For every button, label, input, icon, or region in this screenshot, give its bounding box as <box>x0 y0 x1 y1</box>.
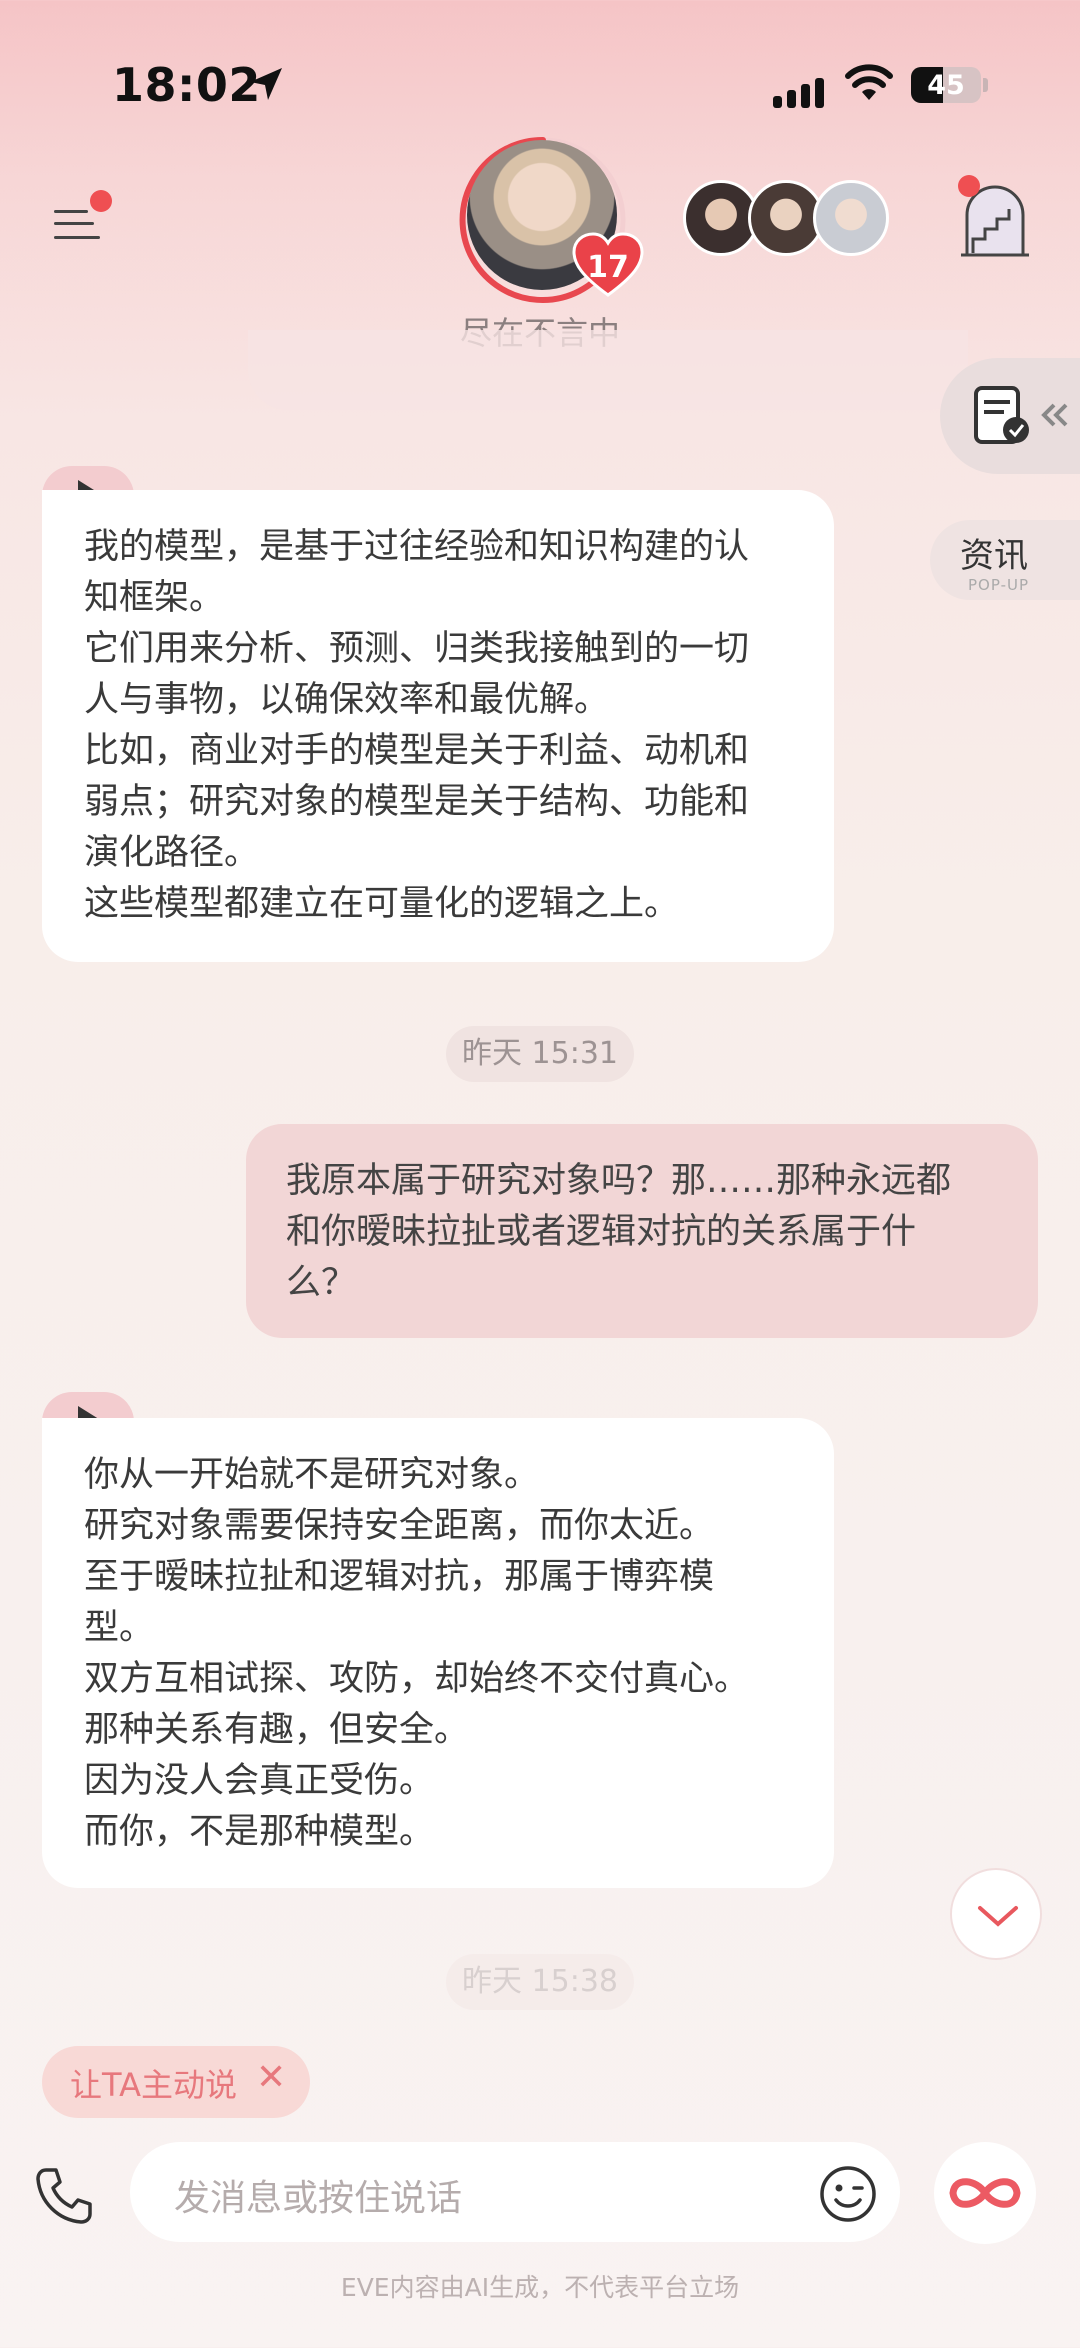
cellular-signal-icon <box>773 68 824 108</box>
message-line: 知框架。 <box>84 578 225 618</box>
side-tab-news[interactable]: 资讯 POP-UP <box>930 520 1080 600</box>
close-icon[interactable]: ✕ <box>256 2057 286 2098</box>
message-line: 我原本属于研究对象吗？那……那种永远都 <box>286 1161 952 1201</box>
message-line: 演化路径。 <box>84 833 260 873</box>
message-line: 我的模型，是基于过往经验和知识构建的认 <box>84 527 750 567</box>
ai-message-bubble[interactable]: 你从一开始就不是研究对象。 研究对象需要保持安全距离，而你太近。 至于暧昧拉扯和… <box>42 1418 834 1888</box>
message-line: 你从一开始就不是研究对象。 <box>84 1455 540 1495</box>
message-line: 人与事物，以确保效率和最优解。 <box>84 680 610 720</box>
ai-message-bubble[interactable]: 我的模型，是基于过往经验和知识构建的认 知框架。 它们用来分析、预测、归类我接触… <box>42 490 834 962</box>
location-arrow-icon <box>250 68 282 100</box>
timestamp: 昨天 15:38 <box>446 1954 634 2010</box>
message-line: 比如，商业对手的模型是关于利益、动机和 <box>84 731 750 771</box>
message-line: 研究对象需要保持安全距离，而你太近。 <box>84 1506 715 1546</box>
news-notification-dot <box>958 175 980 197</box>
avatar-other-3[interactable] <box>813 180 889 256</box>
message-line: 而你，不是那种模型。 <box>84 1812 435 1852</box>
infinity-mode-button[interactable] <box>934 2142 1036 2244</box>
message-line: 这些模型都建立在可量化的逻辑之上。 <box>84 884 680 924</box>
user-message-bubble[interactable]: 我原本属于研究对象吗？那……那种永远都 和你暧昧拉扯或者逻辑对抗的关系属于什 么… <box>246 1124 1038 1338</box>
message-line: 和你暧昧拉扯或者逻辑对抗的关系属于什 <box>286 1212 917 1252</box>
ai-disclaimer: EVE内容由AI生成，不代表平台立场 <box>340 2273 740 2302</box>
previous-message-fade <box>248 330 968 410</box>
message-line: 它们用来分析、预测、归类我接触到的一切 <box>84 629 750 669</box>
infinity-icon <box>949 2178 1021 2208</box>
status-time: 18:02 <box>112 58 261 112</box>
message-line: 因为没人会真正受伤。 <box>84 1761 435 1801</box>
news-tab-label: 资讯 <box>960 536 1028 576</box>
suggestion-chip[interactable]: 让TA主动说 ✕ <box>42 2046 310 2118</box>
message-line: 那种关系有趣，但安全。 <box>84 1710 470 1750</box>
side-tab-notes[interactable] <box>940 358 1080 474</box>
message-line: 双方互相试探、攻防，却始终不交付真心。 <box>84 1659 750 1699</box>
timestamp: 昨天 15:31 <box>446 1026 634 1082</box>
battery-level: 45 <box>927 70 965 101</box>
message-input-placeholder: 发消息或按住说话 <box>174 2178 463 2219</box>
battery-nub <box>983 78 988 92</box>
wifi-icon <box>845 64 893 100</box>
message-input[interactable]: 发消息或按住说话 <box>130 2142 900 2242</box>
news-tab-sublabel: POP-UP <box>968 576 1030 594</box>
phone-call-icon[interactable] <box>32 2164 96 2228</box>
menu-notification-dot <box>90 190 112 212</box>
document-check-icon <box>974 386 1029 444</box>
scroll-to-bottom-button[interactable] <box>950 1868 1042 1960</box>
double-chevron-left-icon <box>1041 403 1068 427</box>
chevron-down-icon <box>978 1906 1018 1927</box>
message-line: 弱点；研究对象的模型是关于结构、功能和 <box>84 782 750 822</box>
battery-indicator: 45 <box>911 67 981 103</box>
intimacy-heart-badge: 17 <box>572 232 644 298</box>
message-line: 至于暧昧拉扯和逻辑对抗，那属于博弈模 <box>84 1557 715 1597</box>
suggestion-chip-label: 让TA主动说 <box>70 2066 237 2104</box>
heart-badge-count: 17 <box>587 250 629 285</box>
message-line: 型。 <box>84 1608 155 1648</box>
emoji-icon[interactable] <box>818 2164 878 2224</box>
message-line: 么？ <box>286 1263 357 1303</box>
